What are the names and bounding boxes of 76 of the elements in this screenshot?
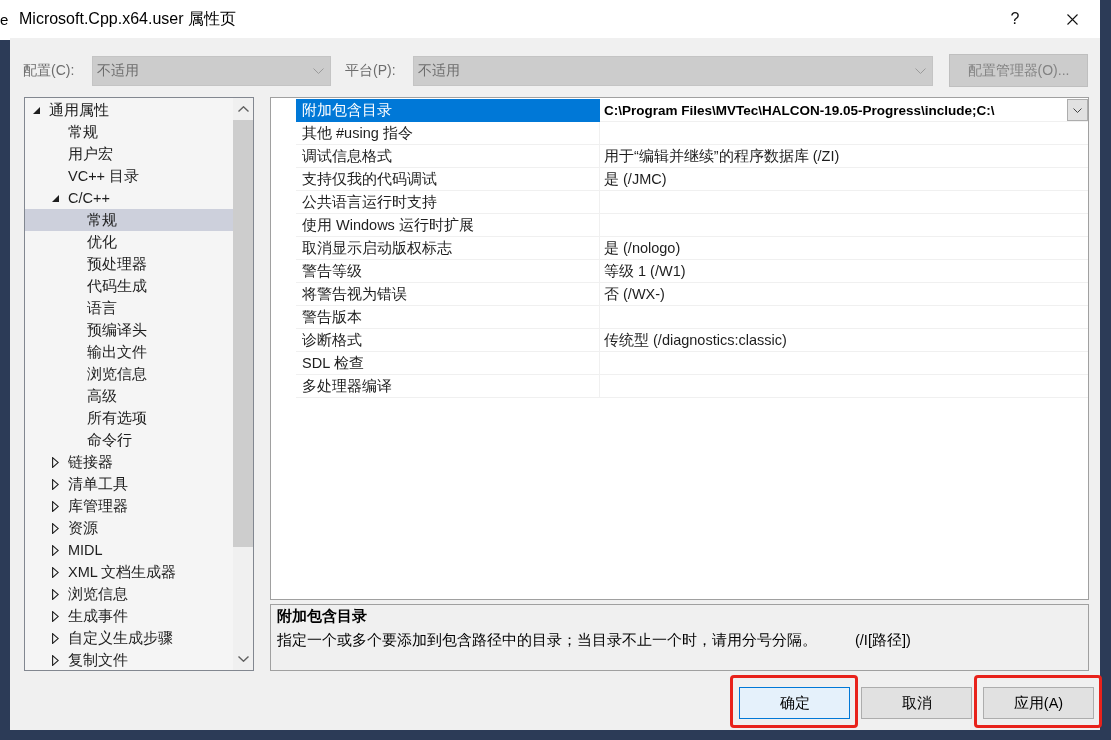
tree-item[interactable]: 清单工具 <box>25 473 233 495</box>
tree-item[interactable]: 常规 <box>25 121 233 143</box>
description-title: 附加包含目录 <box>277 608 368 625</box>
tree-item[interactable]: 复制文件 <box>25 649 233 670</box>
property-name[interactable]: 公共语言运行时支持 <box>296 191 600 214</box>
tree-item[interactable]: VC++ 目录 <box>25 165 233 187</box>
tree-item[interactable]: 通用属性 <box>25 99 233 121</box>
dialog-button[interactable]: 确定 <box>739 687 850 719</box>
compiler-switch-text: (/I[路径]) <box>855 632 911 649</box>
collapsed-triangle-icon[interactable] <box>52 478 59 490</box>
collapsed-triangle-icon[interactable] <box>52 566 59 578</box>
property-value: 是 (/nologo) <box>604 238 682 258</box>
property-value: 用于“编辑并继续”的程序数据库 (/ZI) <box>604 146 841 166</box>
chevron-up-icon[interactable] <box>237 106 249 112</box>
tree-item[interactable]: 资源 <box>25 517 233 539</box>
tree-item[interactable]: MIDL <box>25 539 233 561</box>
property-name[interactable]: 将警告视为错误 <box>296 283 600 306</box>
tree-item[interactable]: 用户宏 <box>25 143 233 165</box>
property-value: 传统型 (/diagnostics:classic) <box>604 330 788 350</box>
background-text: e <box>0 11 9 29</box>
property-name[interactable]: 多处理器编译 <box>296 375 600 398</box>
tree-item[interactable]: 命令行 <box>25 429 233 451</box>
tree-item[interactable]: XML 文档生成器 <box>25 561 233 583</box>
help-button[interactable]: ? <box>992 0 1038 38</box>
chevron-down-icon <box>1073 107 1082 113</box>
property-name[interactable]: SDL 检查 <box>296 352 600 375</box>
property-name[interactable]: 警告等级 <box>296 260 600 283</box>
tree-item[interactable]: 自定义生成步骤 <box>25 627 233 649</box>
scrollbar-thumb[interactable] <box>233 120 253 547</box>
tree-item[interactable]: 输出文件 <box>25 341 233 363</box>
dialog-button[interactable]: 应用(A) <box>983 687 1094 719</box>
property-value: 是 (/JMC) <box>604 169 668 189</box>
property-name[interactable]: 诊断格式 <box>296 329 600 352</box>
property-name[interactable]: 取消显示启动版权标志 <box>296 237 600 260</box>
property-name[interactable]: 调试信息格式 <box>296 145 600 168</box>
property-value: 否 (/WX-) <box>604 284 666 304</box>
collapsed-triangle-icon[interactable] <box>52 522 59 534</box>
expanded-triangle-icon[interactable] <box>52 194 59 202</box>
tree-item[interactable]: 所有选项 <box>25 407 233 429</box>
chevron-down-icon <box>313 67 324 74</box>
tree-item[interactable]: 生成事件 <box>25 605 233 627</box>
property-name[interactable]: 警告版本 <box>296 306 600 329</box>
field-label: 配置(C): <box>23 61 76 80</box>
window-title: Microsoft.Cpp.x64.user 属性页 <box>19 8 237 29</box>
property-name[interactable]: 其他 #using 指令 <box>296 122 600 145</box>
tree-item[interactable]: 高级 <box>25 385 233 407</box>
collapsed-triangle-icon[interactable] <box>52 632 59 644</box>
chevron-down-icon <box>915 67 926 74</box>
close-icon <box>1066 13 1078 25</box>
expanded-triangle-icon[interactable] <box>33 106 40 114</box>
tree-item[interactable]: C/C++ <box>25 187 233 209</box>
tree-item[interactable]: 预编译头 <box>25 319 233 341</box>
collapsed-triangle-icon[interactable] <box>52 500 59 512</box>
dialog-button[interactable]: 取消 <box>861 687 972 719</box>
field-label: 平台(P): <box>345 61 397 80</box>
collapsed-triangle-icon[interactable] <box>52 610 59 622</box>
tree-item[interactable]: 代码生成 <box>25 275 233 297</box>
collapsed-triangle-icon[interactable] <box>52 588 59 600</box>
tree-item[interactable]: 常规 <box>25 209 233 231</box>
tree-item[interactable]: 浏览信息 <box>25 363 233 385</box>
property-value: C:\Program Files\MVTec\HALCON-19.05-Progress\include;C:\ <box>604 102 996 118</box>
property-name[interactable]: 附加包含目录 <box>296 99 600 122</box>
tree-item[interactable]: 浏览信息 <box>25 583 233 605</box>
collapsed-triangle-icon[interactable] <box>52 654 59 666</box>
chevron-down-icon[interactable] <box>237 656 249 662</box>
tree-item[interactable]: 语言 <box>25 297 233 319</box>
collapsed-triangle-icon[interactable] <box>52 456 59 468</box>
collapsed-triangle-icon[interactable] <box>52 544 59 556</box>
tree-item[interactable]: 预处理器 <box>25 253 233 275</box>
property-name[interactable]: 使用 Windows 运行时扩展 <box>296 214 600 237</box>
property-value: 等级 1 (/W1) <box>604 261 687 281</box>
property-name[interactable]: 支持仅我的代码调试 <box>296 168 600 191</box>
tree-item[interactable]: 优化 <box>25 231 233 253</box>
tree-item[interactable]: 链接器 <box>25 451 233 473</box>
tree-item[interactable]: 库管理器 <box>25 495 233 517</box>
description-text: 指定一个或多个要添加到包含路径中的目录；当目录不止一个时，请用分号分隔。 <box>277 632 817 649</box>
